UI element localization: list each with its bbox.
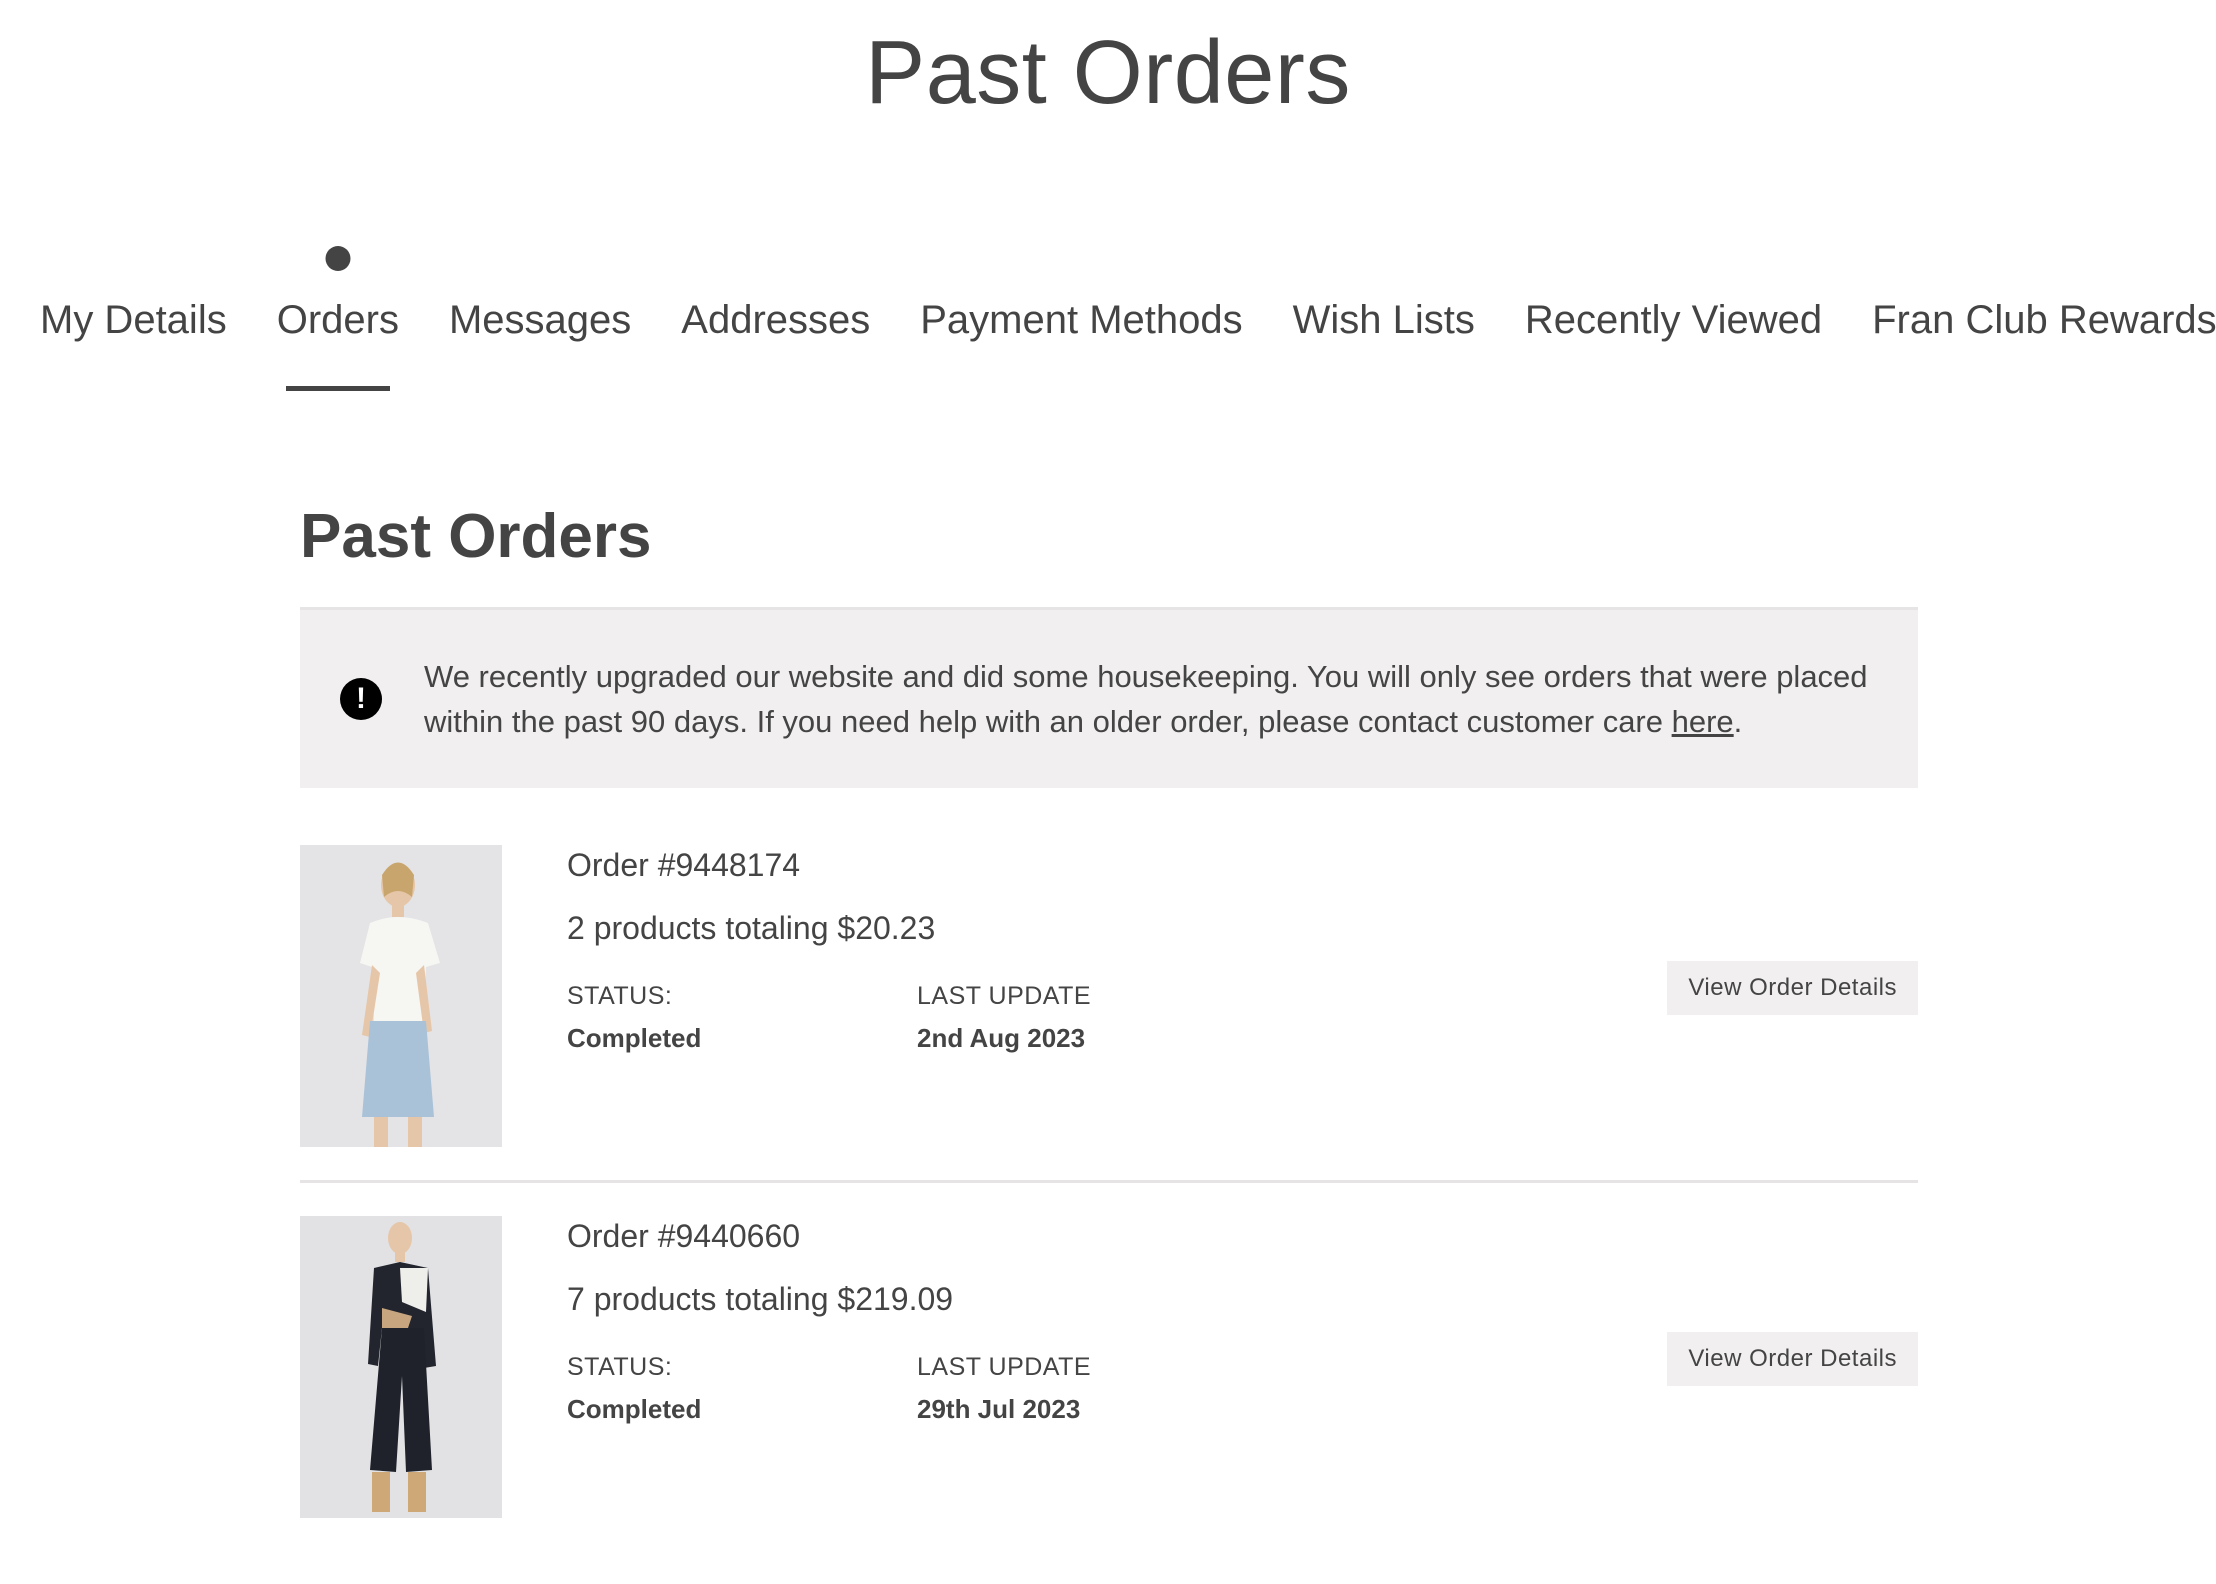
order-row: Order #9440660 7 products totaling $219.… xyxy=(300,1216,1918,1551)
tab-wish-lists[interactable]: Wish Lists xyxy=(1293,290,1475,350)
tab-messages[interactable]: Messages xyxy=(449,290,631,350)
tab-fran-club-rewards[interactable]: Fran Club Rewards xyxy=(1872,290,2216,350)
order-meta: STATUS: Completed LAST UPDATE 29th Jul 2… xyxy=(567,1349,1267,1427)
notice-message: We recently upgraded our website and did… xyxy=(424,659,1868,739)
section-title: Past Orders xyxy=(300,502,652,571)
order-number: Order #9448174 xyxy=(567,847,801,883)
tab-addresses[interactable]: Addresses xyxy=(681,290,870,350)
order-meta: STATUS: Completed LAST UPDATE 2nd Aug 20… xyxy=(567,978,1267,1056)
active-tab-dot-icon xyxy=(325,246,351,271)
status-column: STATUS: Completed xyxy=(567,978,917,1056)
notice-banner: ! We recently upgraded our website and d… xyxy=(300,607,1918,788)
product-image-graphic xyxy=(300,845,502,1147)
product-image-graphic xyxy=(300,1216,502,1518)
notice-trailing: . xyxy=(1733,704,1743,739)
last-update-value: 2nd Aug 2023 xyxy=(917,1023,1086,1053)
tab-payment-methods[interactable]: Payment Methods xyxy=(920,290,1242,350)
tab-label: Fran Club Rewards xyxy=(1872,298,2216,342)
exclamation-circle-icon: ! xyxy=(340,678,382,720)
status-value: Completed xyxy=(567,1394,702,1424)
active-tab-underline xyxy=(285,386,390,391)
tab-label: Messages xyxy=(448,298,632,342)
customer-care-link[interactable]: here xyxy=(1672,704,1734,739)
status-column: STATUS: Completed xyxy=(567,1349,917,1427)
tab-orders[interactable]: Orders xyxy=(276,246,399,391)
status-label: STATUS: xyxy=(567,982,673,1010)
last-update-column: LAST UPDATE 2nd Aug 2023 xyxy=(917,978,1267,1056)
account-tabs: My Details Orders Messages Addresses Pay… xyxy=(40,246,2216,391)
product-image[interactable] xyxy=(300,1216,502,1518)
order-summary: 2 products totaling $20.23 xyxy=(567,910,936,946)
order-row: Order #9448174 2 products totaling $20.2… xyxy=(300,845,1918,1183)
order-list: Order #9448174 2 products totaling $20.2… xyxy=(300,845,1918,1551)
last-update-column: LAST UPDATE 29th Jul 2023 xyxy=(917,1349,1267,1427)
order-summary: 7 products totaling $219.09 xyxy=(567,1281,954,1317)
tab-my-details[interactable]: My Details xyxy=(40,290,227,350)
tab-label: My Details xyxy=(40,298,227,342)
page-title: Past Orders xyxy=(865,23,1351,123)
last-update-label: LAST UPDATE xyxy=(917,1353,1092,1381)
tab-label: Addresses xyxy=(681,298,871,342)
last-update-label: LAST UPDATE xyxy=(917,982,1092,1010)
product-image[interactable] xyxy=(300,845,502,1147)
status-value: Completed xyxy=(567,1023,702,1053)
order-info: Order #9448174 2 products totaling $20.2… xyxy=(567,845,1267,1147)
status-label: STATUS: xyxy=(567,1353,673,1381)
view-order-details-button[interactable]: View Order Details xyxy=(1667,1332,1918,1386)
tab-recently-viewed[interactable]: Recently Viewed xyxy=(1525,290,1822,350)
tab-label: Orders xyxy=(276,298,399,342)
order-number: Order #9440660 xyxy=(567,1218,801,1254)
notice-text: We recently upgraded our website and did… xyxy=(424,654,1878,744)
tab-label: Recently Viewed xyxy=(1524,298,1823,342)
orders-content: Past Orders ! We recently upgraded our w… xyxy=(300,495,1918,1584)
tab-label: Wish Lists xyxy=(1292,298,1475,342)
tab-label: Payment Methods xyxy=(920,298,1243,342)
order-info: Order #9440660 7 products totaling $219.… xyxy=(567,1216,1267,1518)
view-order-details-button[interactable]: View Order Details xyxy=(1667,961,1918,1015)
last-update-value: 29th Jul 2023 xyxy=(917,1394,1081,1424)
